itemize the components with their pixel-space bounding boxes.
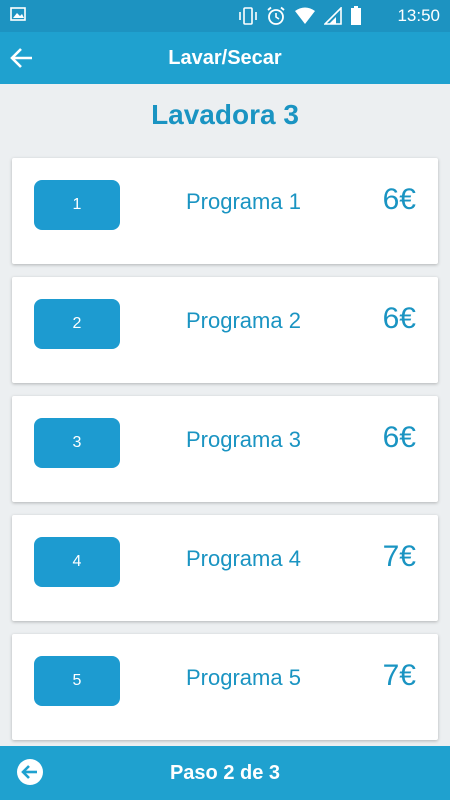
program-card[interactable]: 5 Programa 5 7€ [12, 634, 438, 740]
app-bar: Lavar/Secar [0, 32, 450, 84]
program-name: Programa 3 [186, 427, 301, 452]
alarm-icon [267, 6, 285, 25]
wifi-icon [295, 7, 315, 24]
program-number-button[interactable]: 4 [34, 537, 120, 587]
program-number-button[interactable]: 3 [34, 418, 120, 468]
program-card[interactable]: 3 Programa 3 6€ [12, 396, 438, 502]
status-time: 13:50 [397, 6, 440, 25]
program-name: Programa 1 [186, 189, 301, 214]
program-name: Programa 5 [186, 665, 301, 690]
program-name: Programa 4 [186, 546, 301, 571]
program-card[interactable]: 1 Programa 1 6€ [12, 158, 438, 264]
program-name: Programa 2 [186, 308, 301, 333]
vibrate-icon [239, 7, 257, 25]
program-price: 7€ [382, 659, 416, 692]
program-card[interactable]: 4 Programa 4 7€ [12, 515, 438, 621]
program-price: 6€ [382, 302, 416, 335]
program-price: 7€ [382, 540, 416, 573]
battery-icon [351, 6, 361, 25]
bottom-bar: Paso 2 de 3 [0, 746, 450, 800]
program-number-button[interactable]: 5 [34, 656, 120, 706]
app-title: Lavar/Secar [168, 47, 282, 69]
program-number-button[interactable]: 2 [34, 299, 120, 349]
image-icon [10, 7, 26, 21]
program-price: 6€ [382, 183, 416, 216]
signal-icon [324, 7, 342, 25]
program-number-button[interactable]: 1 [34, 180, 120, 230]
program-card[interactable]: 2 Programa 2 6€ [12, 277, 438, 383]
status-icons [238, 6, 362, 26]
status-bar: 13:50 [0, 0, 450, 32]
step-indicator: Paso 2 de 3 [169, 762, 281, 784]
program-list: 1 Programa 1 6€ 2 Programa 2 6€ 3 Progra… [12, 158, 438, 753]
page-heading: Lavadora 3 [151, 99, 299, 130]
program-price: 6€ [382, 421, 416, 454]
